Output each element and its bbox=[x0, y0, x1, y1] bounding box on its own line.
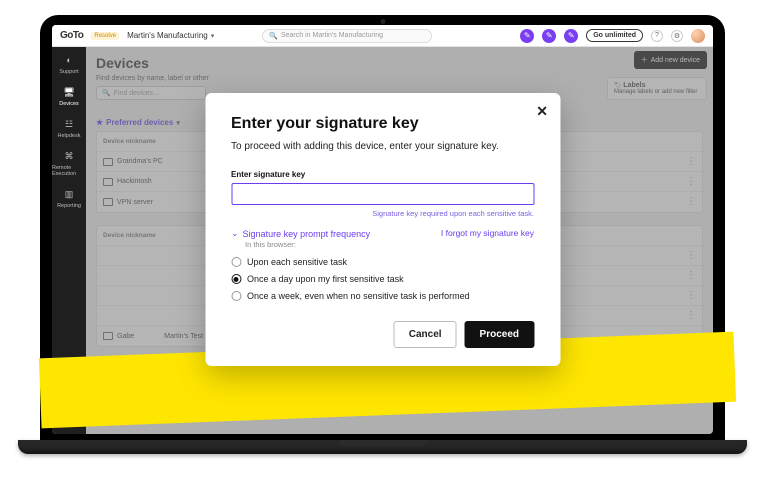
header-action-2[interactable]: ✎ bbox=[542, 29, 556, 43]
frequency-options: Upon each sensitive task Once a day upon… bbox=[231, 257, 534, 301]
support-icon: ◐ bbox=[62, 53, 76, 67]
signature-field-label: Enter signature key bbox=[231, 170, 534, 179]
laptop-base bbox=[18, 440, 747, 454]
modal-actions: Cancel Proceed bbox=[231, 321, 534, 348]
sidebar-item-reporting[interactable]: ▥Reporting bbox=[57, 187, 81, 209]
global-search[interactable]: 🔍 Search in Martin's Manufacturing bbox=[262, 29, 432, 43]
search-icon: 🔍 bbox=[269, 32, 278, 40]
radio-icon bbox=[231, 291, 241, 301]
close-icon[interactable]: ✕ bbox=[536, 103, 548, 120]
camera-dot bbox=[380, 19, 385, 24]
laptop-notch bbox=[338, 440, 428, 446]
radio-icon bbox=[231, 274, 241, 284]
remote-exec-icon: ⌘ bbox=[62, 149, 76, 163]
sidebar-item-devices[interactable]: 🖥Devices bbox=[59, 85, 79, 107]
freq-option-once-week[interactable]: Once a week, even when no sensitive task… bbox=[231, 291, 534, 301]
settings-icon[interactable]: ⚙ bbox=[671, 30, 683, 42]
modal-title: Enter your signature key bbox=[231, 115, 534, 133]
signature-key-modal: ✕ Enter your signature key To proceed wi… bbox=[205, 93, 560, 366]
sidebar-item-support[interactable]: ◐Support bbox=[59, 53, 78, 75]
sidebar-item-remote-execution[interactable]: ⌘Remote Execution bbox=[52, 149, 86, 177]
brand-tier-badge: Resolve bbox=[91, 32, 119, 40]
frequency-scope: In this browser: bbox=[245, 240, 370, 249]
cancel-button[interactable]: Cancel bbox=[394, 321, 457, 348]
signature-key-input[interactable] bbox=[231, 183, 534, 205]
signature-hint: Signature key required upon each sensiti… bbox=[231, 209, 534, 218]
help-icon[interactable]: ? bbox=[651, 30, 663, 42]
user-avatar[interactable] bbox=[691, 29, 705, 43]
modal-subtitle: To proceed with adding this device, ente… bbox=[231, 141, 534, 152]
workspace-name: Martin's Manufacturing bbox=[127, 31, 208, 40]
sidebar-item-helpdesk[interactable]: ☳Helpdesk bbox=[58, 117, 81, 139]
frequency-toggle[interactable]: ⌄ Signature key prompt frequency bbox=[231, 228, 370, 239]
freq-option-each-task[interactable]: Upon each sensitive task bbox=[231, 257, 534, 267]
forgot-signature-link[interactable]: I forgot my signature key bbox=[441, 228, 534, 238]
search-placeholder: Search in Martin's Manufacturing bbox=[281, 32, 383, 39]
header-action-1[interactable]: ✎ bbox=[520, 29, 534, 43]
freq-option-once-day[interactable]: Once a day upon my first sensitive task bbox=[231, 274, 534, 284]
top-bar: GoTo Resolve Martin's Manufacturing ▾ 🔍 … bbox=[52, 25, 713, 47]
proceed-button[interactable]: Proceed bbox=[465, 321, 534, 348]
chevron-down-icon: ▾ bbox=[211, 32, 215, 40]
go-unlimited-button[interactable]: Go unlimited bbox=[586, 29, 643, 42]
devices-icon: 🖥 bbox=[62, 85, 76, 99]
header-action-3[interactable]: ✎ bbox=[564, 29, 578, 43]
chevron-down-icon: ⌄ bbox=[231, 228, 239, 239]
brand-logo: GoTo bbox=[60, 30, 83, 41]
helpdesk-icon: ☳ bbox=[62, 117, 76, 131]
reporting-icon: ▥ bbox=[62, 187, 76, 201]
laptop-mockup: GoTo Resolve Martin's Manufacturing ▾ 🔍 … bbox=[40, 15, 725, 455]
workspace-switcher[interactable]: Martin's Manufacturing ▾ bbox=[127, 31, 214, 40]
radio-icon bbox=[231, 257, 241, 267]
